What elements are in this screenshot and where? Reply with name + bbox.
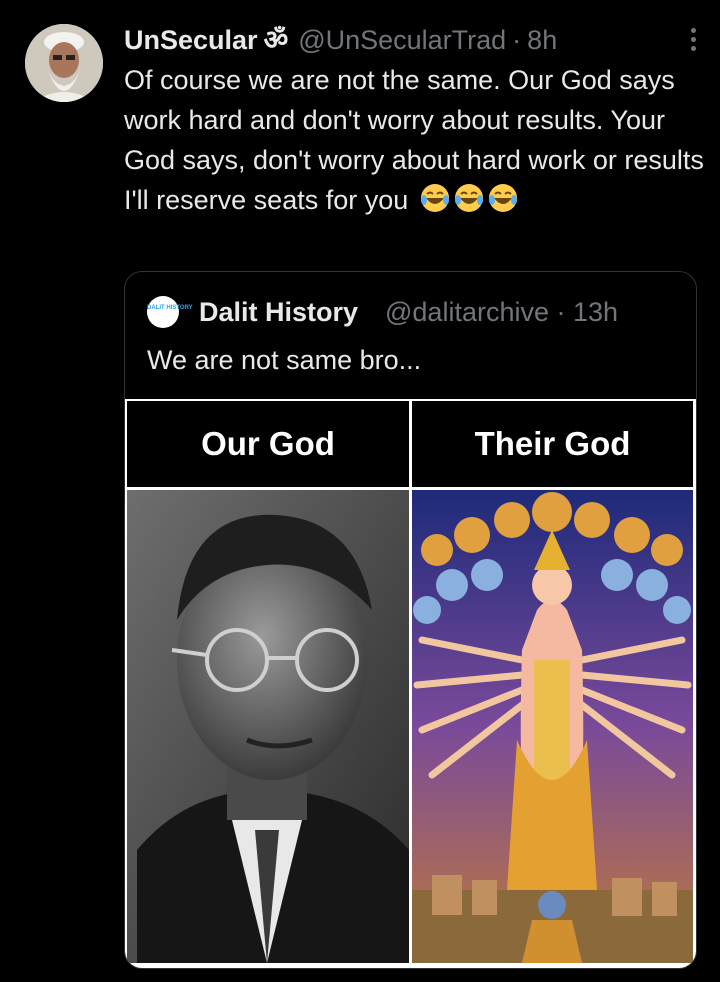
post-time[interactable]: 8h [527, 25, 557, 55]
deity-painting [412, 490, 693, 963]
quoted-author-name[interactable]: Dalit History [199, 294, 358, 330]
avatar-image [25, 24, 103, 102]
separator-dot: · [512, 25, 522, 55]
laughing-emoji-icon [420, 184, 449, 212]
quoted-author-handle[interactable]: @dalitarchive [385, 297, 549, 327]
dalit-history-logo-avatar[interactable]: DALIT HISTORY [147, 296, 193, 328]
quoted-tweet-text: We are not same bro... [147, 345, 422, 375]
author-name[interactable]: UnSecular [124, 25, 258, 55]
laughing-emoji-icon [454, 184, 483, 212]
more-options-icon[interactable] [688, 28, 698, 54]
avatar[interactable] [25, 24, 103, 102]
meme-image[interactable]: Our God Their God [125, 399, 696, 968]
tweet-text: Of course we are not the same. Our God s… [124, 60, 704, 220]
quoted-meta: @dalitarchive · 13h [385, 294, 618, 330]
tweet-header: UnSecular ॐ @UnSecularTrad · 8h [124, 22, 700, 58]
quoted-tweet[interactable]: DALIT HISTORY Dalit History @dalitarchiv… [124, 271, 697, 969]
meme-left-label: Our God [127, 401, 409, 487]
om-symbol: ॐ [263, 25, 289, 55]
tweet-text-content: Of course we are not the same. Our God s… [124, 65, 704, 215]
quoted-separator-dot: · [556, 297, 566, 327]
author-handle[interactable]: @UnSecularTrad [298, 25, 506, 55]
portrait-photo [127, 490, 409, 963]
tweet[interactable]: UnSecular ॐ @UnSecularTrad · 8h Of course we… [0, 0, 720, 982]
quoted-post-time[interactable]: 13h [573, 297, 618, 327]
meme-right-label: Their God [412, 401, 693, 487]
laughing-emoji-icon [488, 184, 517, 212]
